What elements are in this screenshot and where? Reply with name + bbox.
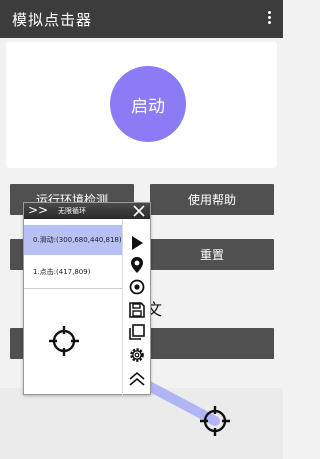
crosshair-icon[interactable] xyxy=(199,405,231,437)
copy-icon[interactable] xyxy=(127,322,147,342)
location-pin-icon[interactable] xyxy=(127,255,147,275)
settings-icon[interactable] xyxy=(127,345,147,365)
chevron-up-icon[interactable] xyxy=(127,369,147,389)
floating-panel: >> 无限循环 0.滑动:(300,680,440,818) 1.点击:(417… xyxy=(23,202,151,395)
loop-mode-label[interactable]: 无限循环 xyxy=(58,206,86,216)
tool-column xyxy=(122,219,150,395)
list-item[interactable]: 0.滑动:(300,680,440,818) xyxy=(24,225,122,255)
save-icon[interactable] xyxy=(127,300,147,320)
close-icon[interactable] xyxy=(132,204,146,218)
crosshair-icon[interactable] xyxy=(48,325,80,357)
panel-header[interactable]: >> 无限循环 xyxy=(24,203,150,219)
target-icon[interactable] xyxy=(127,277,147,297)
play-icon[interactable] xyxy=(127,233,147,253)
list-item[interactable]: 1.点击:(417,809) xyxy=(24,257,122,289)
collapse-icon[interactable]: >> xyxy=(28,203,48,218)
action-list: 0.滑动:(300,680,440,818) 1.点击:(417,809) xyxy=(24,219,122,395)
